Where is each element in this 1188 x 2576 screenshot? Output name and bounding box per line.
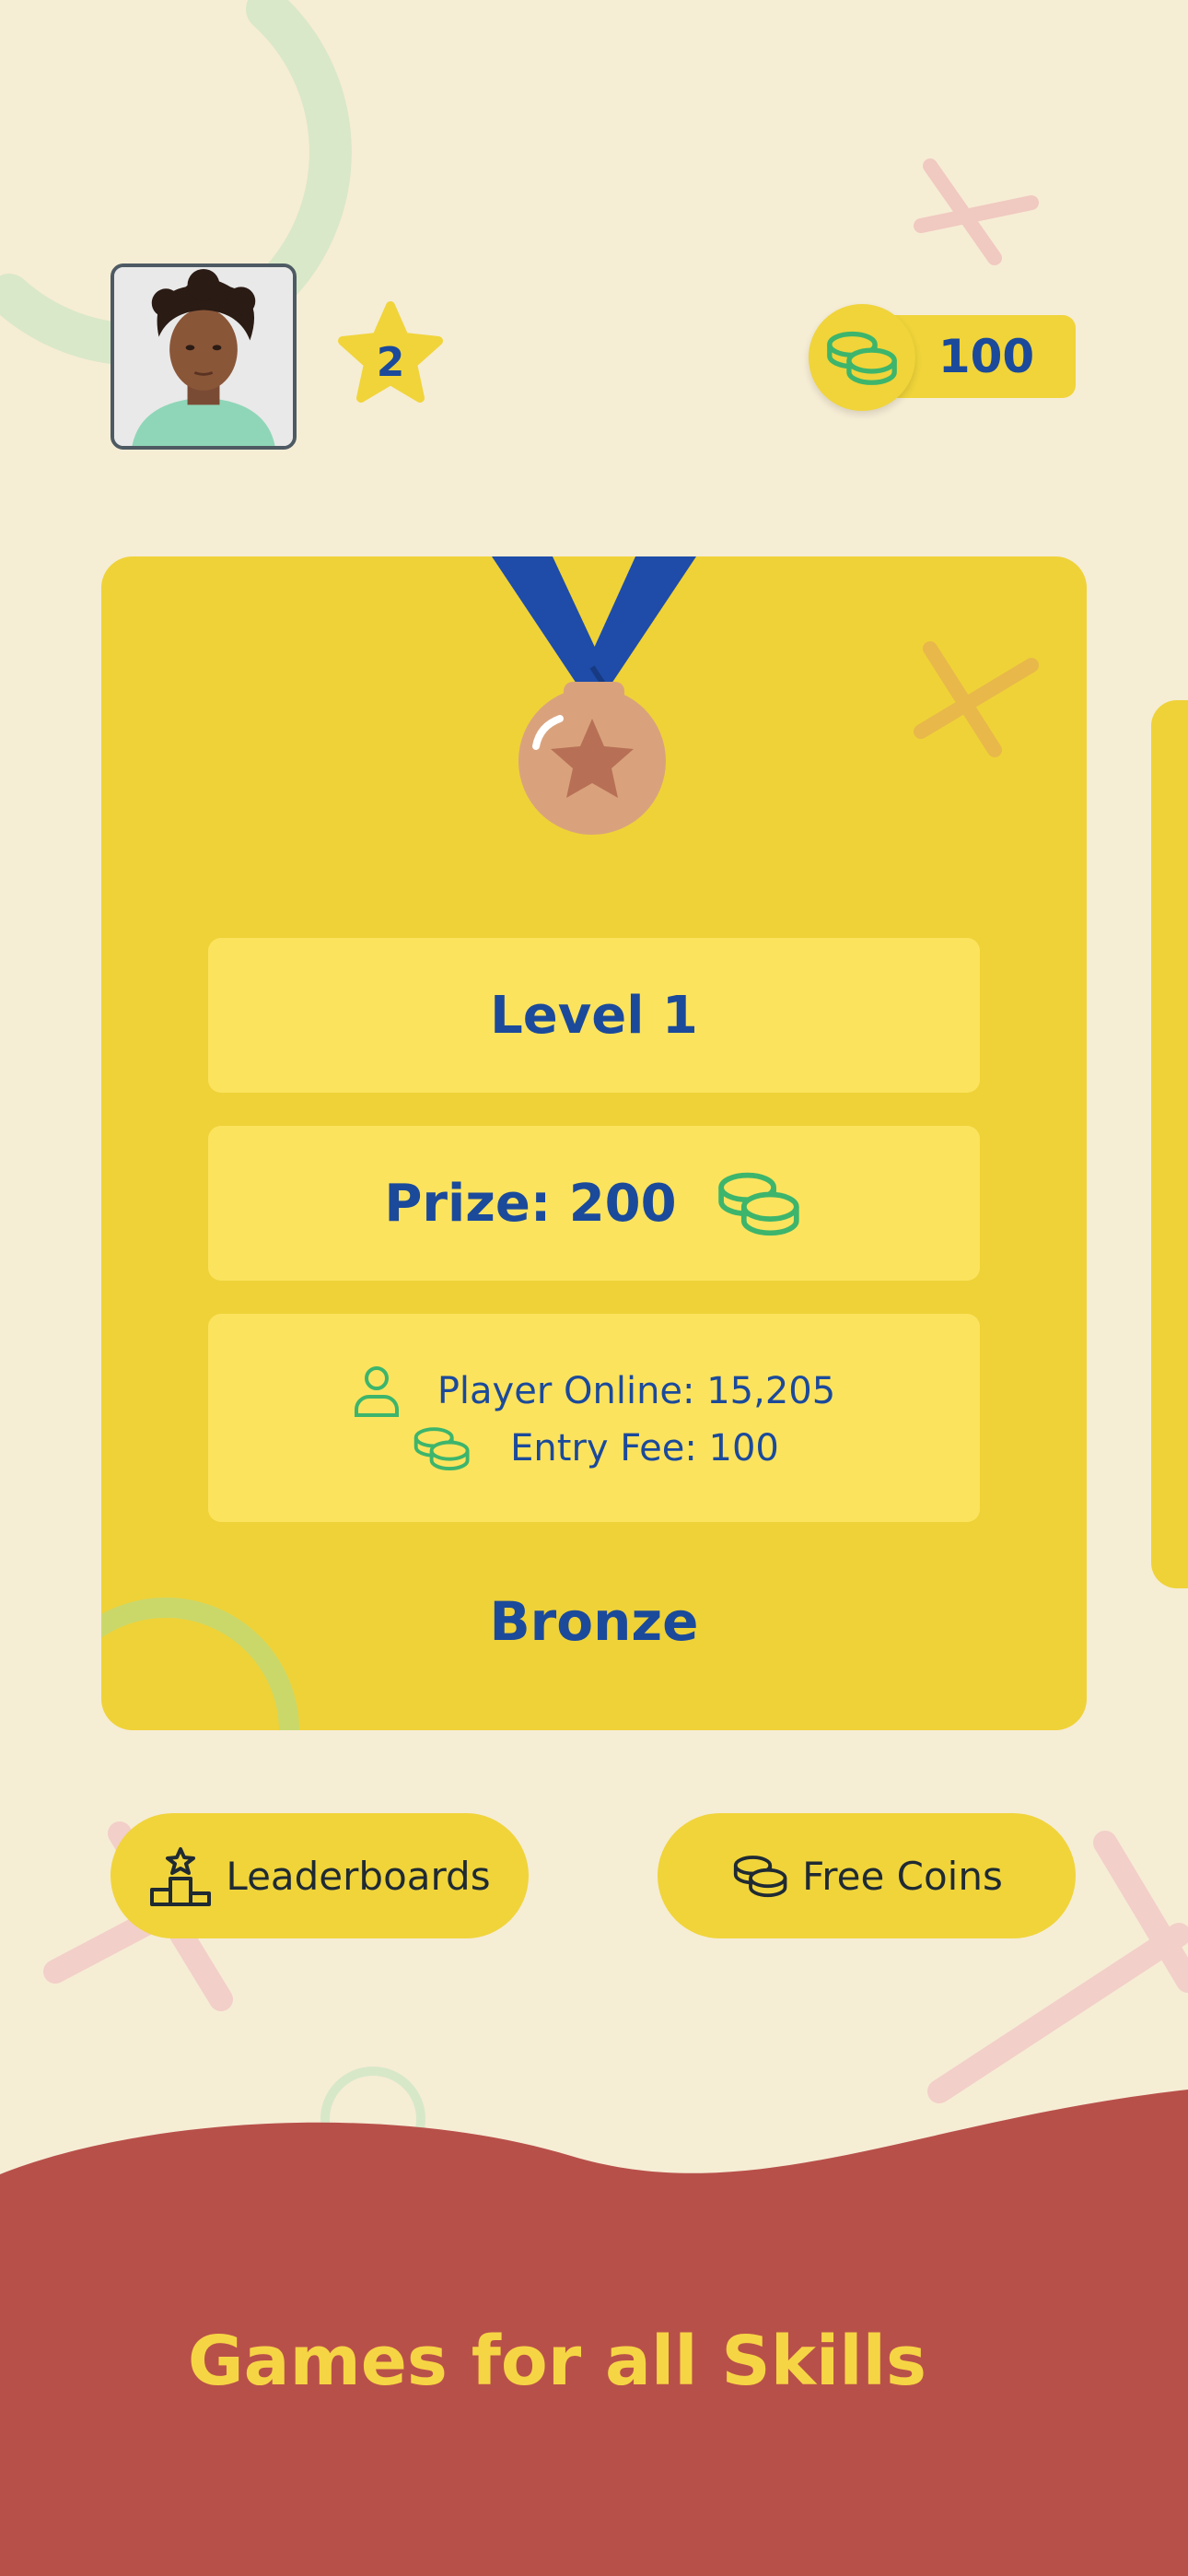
free-coins-button[interactable]: Free Coins bbox=[658, 1813, 1076, 1938]
bronze-medal-icon bbox=[492, 556, 696, 835]
avatar-photo bbox=[114, 267, 293, 446]
coin-balance-icon-badge bbox=[809, 304, 915, 411]
players-online-row: Player Online: 15,205 bbox=[353, 1364, 835, 1419]
player-level-value: 2 bbox=[376, 338, 405, 386]
entry-fee-text: Entry Fee: 100 bbox=[510, 1427, 779, 1469]
stats-box: Player Online: 15,205 Entry Fee: 100 bbox=[208, 1314, 980, 1522]
leaderboards-label: Leaderboards bbox=[226, 1853, 491, 1899]
coins-icon bbox=[734, 1856, 787, 1898]
medal bbox=[488, 556, 700, 842]
podium-icon bbox=[150, 1847, 212, 1906]
level-label: Level 1 bbox=[490, 985, 698, 1046]
coins-icon bbox=[827, 331, 897, 385]
level-box: Level 1 bbox=[208, 938, 980, 1093]
player-level-badge: 2 bbox=[335, 300, 446, 411]
tier-name: Bronze bbox=[489, 1590, 699, 1653]
next-tier-card-peek[interactable] bbox=[1151, 700, 1188, 1588]
footer-tagline: Games for all Skills bbox=[187, 2322, 927, 2401]
coin-balance-value: 100 bbox=[938, 330, 1035, 383]
coins-icon bbox=[413, 1427, 470, 1471]
players-online-text: Player Online: 15,205 bbox=[437, 1370, 836, 1412]
entry-fee-row: Entry Fee: 100 bbox=[409, 1424, 779, 1472]
prize-label: Prize: 200 bbox=[384, 1173, 677, 1234]
leaderboards-button[interactable]: Leaderboards bbox=[111, 1813, 529, 1938]
coins-icon bbox=[717, 1172, 799, 1236]
free-coins-label: Free Coins bbox=[802, 1853, 1003, 1899]
user-icon bbox=[354, 1366, 399, 1417]
prize-box: Prize: 200 bbox=[208, 1126, 980, 1281]
player-avatar[interactable] bbox=[111, 263, 297, 450]
